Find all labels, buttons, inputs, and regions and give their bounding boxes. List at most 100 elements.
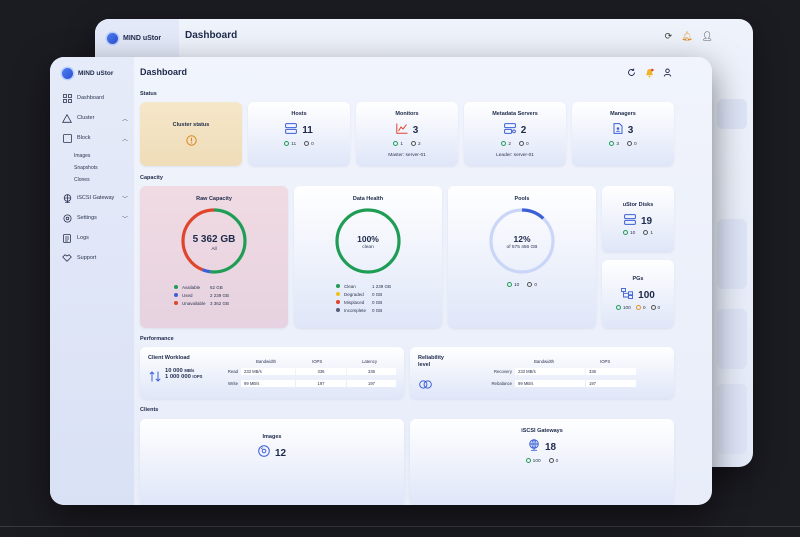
link-rings-icon <box>419 376 432 394</box>
metadata-servers-card[interactable]: Metadata Servers 2 2 0 Leader: server-01 <box>464 102 566 166</box>
table-cell: 197 <box>296 380 346 387</box>
raw-capacity-sub: All <box>211 247 217 252</box>
managers-count: 3 <box>627 124 634 136</box>
pools-sub: of 575 456 GB <box>506 245 538 250</box>
monitors-ok-count: 1 <box>393 140 403 147</box>
back-top-icons: ⟳ 🔔︎ 👤︎ <box>665 31 713 42</box>
legend-dot <box>336 300 340 304</box>
gateways-ok-count: 100 <box>525 457 541 464</box>
back-page-title: Dashboard <box>185 30 238 41</box>
card-title: Monitors <box>395 111 419 117</box>
table-cell: 233 MB/s <box>515 368 585 375</box>
check-icon <box>284 141 290 146</box>
legend-label: Available <box>182 284 201 290</box>
disks-down-count: 1 <box>643 229 653 236</box>
value: 0 <box>657 306 661 311</box>
pgs-count: 100 <box>638 289 655 301</box>
hosts-down-count: 0 <box>304 140 314 147</box>
gateways-down-count: 0 <box>548 457 558 464</box>
back-logo: MIND uStor <box>107 33 161 44</box>
managers-down-count: 0 <box>627 140 637 147</box>
data-health-card[interactable]: Data Health 100% clean Clean 1 239 GB Deg… <box>294 186 442 328</box>
x-circle-icon <box>650 305 656 310</box>
pools-value: 12% <box>513 234 531 244</box>
value: 0 <box>534 283 537 288</box>
monitors-count: 3 <box>412 124 419 136</box>
card-title: Raw Capacity <box>196 196 232 202</box>
images-card[interactable]: Images 12 <box>140 419 404 505</box>
chevron-up-icon[interactable]: ︿ <box>122 114 128 123</box>
bell-icon[interactable] <box>645 68 654 77</box>
hosts-count: 11 <box>302 124 313 136</box>
sidebar-subitem-clones[interactable]: Clones <box>74 174 128 186</box>
user-icon[interactable] <box>663 68 672 77</box>
refresh-icon[interactable] <box>627 68 636 77</box>
legend-item: Unavailable 3 362 GB <box>174 299 229 307</box>
sidebar-subitem-images[interactable]: Images <box>74 150 128 162</box>
back-card <box>717 384 747 454</box>
x-circle-icon <box>411 141 416 146</box>
legend-item: Incomplete 0 GB <box>336 306 391 314</box>
iscsi-gateways-card[interactable]: iSCSI Gateways 18 100 0 <box>410 419 674 505</box>
legend-dot <box>174 293 178 297</box>
chevron-up-icon[interactable]: ︿ <box>122 134 128 143</box>
legend-value: 62 GB <box>210 284 223 290</box>
document-icon <box>62 233 72 243</box>
reliability-level-card[interactable]: Reliability level Bandwidth IOPS Recover… <box>410 347 674 399</box>
value: 100 <box>622 306 631 311</box>
pgs-warn-count: 0 <box>635 304 646 311</box>
hosts-card[interactable]: Hosts 11 11 0 <box>248 102 350 166</box>
raw-capacity-card[interactable]: Raw Capacity 5 362 GB All Available 62 GB… <box>140 186 288 328</box>
chevron-down-icon[interactable]: ﹀ <box>122 214 128 223</box>
clients-section-title: Clients <box>140 407 159 413</box>
back-logo-icon <box>107 33 118 44</box>
column-header: Latency <box>362 359 378 364</box>
reliability-title: Reliability level <box>418 355 444 368</box>
sidebar-item-block[interactable]: Block ︿ <box>62 130 128 146</box>
pgs-ok-count: 100 <box>615 304 631 311</box>
card-title: iSCSI Gateways <box>521 428 563 434</box>
legend-value: 1 239 GB <box>372 283 392 289</box>
gateways-count: 18 <box>544 441 557 453</box>
raw-capacity-value: 5 362 GB <box>192 234 236 245</box>
value: 1 <box>400 142 403 147</box>
client-workload-title: Client Workload <box>148 355 190 361</box>
monitors-card[interactable]: Monitors 3 1 2 Master: server-01 <box>356 102 458 166</box>
globe-icon <box>528 438 540 456</box>
metadata-count: 2 <box>520 124 527 136</box>
sidebar-item-cluster[interactable]: Cluster ︿ <box>62 110 128 126</box>
sidebar-item-settings[interactable]: Settings ﹀ <box>62 210 128 226</box>
legend-value: 0 GB <box>372 307 383 313</box>
sidebar-item-logs[interactable]: Logs <box>62 230 128 246</box>
sidebar-item-iscsi-gateway[interactable]: iSCSI Gateway ﹀ <box>62 190 128 206</box>
client-workload-card[interactable]: Client Workload 10 000 MB/s 1 000 000 IO… <box>140 347 404 399</box>
pgs-card[interactable]: PGs 100 100 0 0 <box>602 260 674 328</box>
logo[interactable]: MIND uStor <box>62 68 113 79</box>
sidebar-item-label: Cluster <box>77 115 95 121</box>
capacity-section-title: Capacity <box>140 175 163 181</box>
value: 10 <box>629 231 636 236</box>
table-cell: 336 <box>586 368 636 375</box>
sidebar-item-dashboard[interactable]: Dashboard <box>62 90 128 106</box>
row-label: Rebalance <box>491 381 512 386</box>
value: 0 <box>311 142 314 147</box>
pools-card[interactable]: Pools 12% of 575 456 GB 10 0 <box>448 186 596 328</box>
support-icon <box>62 253 72 263</box>
value: 2 <box>508 142 511 147</box>
check-icon <box>615 305 621 310</box>
card-title: Hosts <box>291 111 307 117</box>
ustor-disks-card[interactable]: uStor Disks 19 10 1 <box>602 186 674 252</box>
legend-dot <box>336 292 340 296</box>
cluster-status-card[interactable]: Cluster status <box>140 102 242 166</box>
chevron-down-icon[interactable]: ﹀ <box>122 194 128 203</box>
sidebar-subitem-snapshots[interactable]: Snapshots <box>74 162 128 174</box>
back-user-icon: 👤︎ <box>701 31 713 41</box>
managers-card[interactable]: Managers 3 3 0 <box>572 102 674 166</box>
sidebar-item-support[interactable]: Support <box>62 250 128 266</box>
legend-label: Incomplete <box>344 307 367 313</box>
top-icons <box>627 68 672 77</box>
legend-label: Used <box>182 292 193 298</box>
legend-item: Misplaced 0 GB <box>336 298 391 306</box>
value: 1 000 000 <box>165 374 191 380</box>
row-label: Read <box>227 369 238 374</box>
